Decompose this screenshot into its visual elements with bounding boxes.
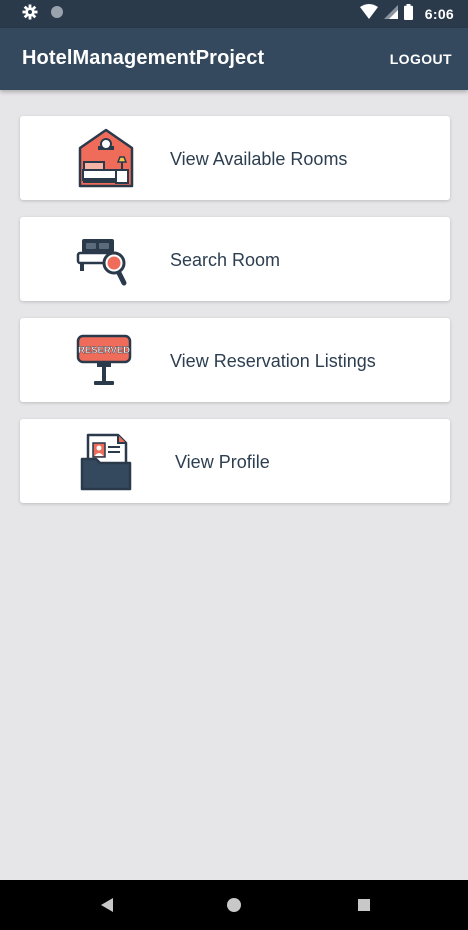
view-profile-card[interactable]: View Profile <box>20 419 450 503</box>
app-title: HotelManagementProject <box>22 47 265 69</box>
screen: 6:06 HotelManagementProject LOGOUT View … <box>0 0 468 930</box>
profile-folder-icon <box>74 429 138 493</box>
settings-icon <box>22 4 38 25</box>
reserved-sign-text: RESERVED <box>78 345 130 356</box>
status-time: 6:06 <box>424 6 454 22</box>
signal-icon <box>383 4 398 24</box>
app-bar: HotelManagementProject LOGOUT <box>0 28 468 90</box>
search-room-label: Search Room <box>170 250 281 270</box>
view-reservation-listings-label: View Reservation Listings <box>170 351 376 371</box>
status-left <box>22 4 64 25</box>
circle-icon <box>50 5 64 24</box>
back-icon[interactable] <box>95 893 119 917</box>
hotel-room-icon <box>74 126 138 190</box>
logout-button[interactable]: LOGOUT <box>390 51 452 67</box>
search-room-icon <box>74 227 138 291</box>
status-right: 6:06 <box>359 3 454 25</box>
navigation-bar <box>0 880 468 930</box>
home-icon[interactable] <box>222 893 246 917</box>
menu-list: View Available Rooms Search Room RESERVE… <box>20 116 450 520</box>
view-available-rooms-label: View Available Rooms <box>170 149 348 169</box>
view-profile-label: View Profile <box>175 452 270 472</box>
view-available-rooms-card[interactable]: View Available Rooms <box>20 116 450 200</box>
view-reservation-listings-card[interactable]: RESERVED View Reservation Listings <box>20 318 450 402</box>
recents-icon[interactable] <box>352 893 376 917</box>
status-bar: 6:06 <box>0 0 468 28</box>
search-room-card[interactable]: Search Room <box>20 217 450 301</box>
wifi-icon <box>359 3 378 25</box>
battery-icon <box>403 3 413 25</box>
reserved-sign-icon: RESERVED <box>74 328 138 392</box>
